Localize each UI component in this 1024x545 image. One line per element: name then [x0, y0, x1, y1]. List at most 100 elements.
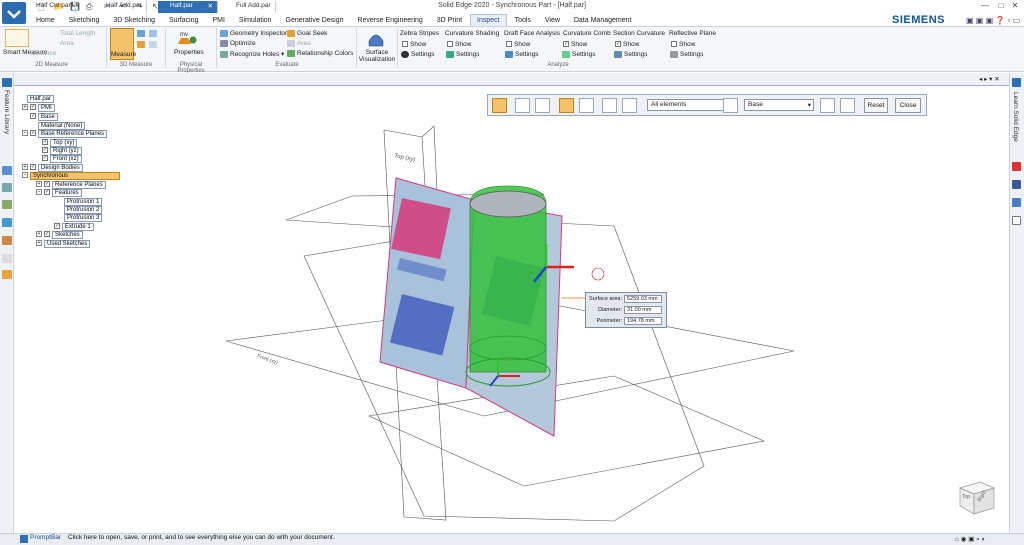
youtube-icon[interactable] — [1012, 162, 1021, 171]
smart-measure-label[interactable]: Smart Measure — [3, 49, 47, 56]
doc-tab-full-add[interactable]: Full Add.par — [224, 1, 276, 13]
measure-distance-icon[interactable] — [137, 30, 145, 37]
prompt-bar-label[interactable]: PromptBar — [30, 534, 61, 541]
pathfinder-icon[interactable] — [2, 78, 12, 87]
properties-icon[interactable]: mv — [178, 29, 198, 45]
section-curvature-show-checkbox[interactable]: ✓ Show — [615, 41, 639, 48]
family-icon[interactable] — [2, 183, 12, 192]
area-button[interactable]: Area — [287, 40, 311, 47]
curvature-comb-show-checkbox[interactable]: ✓ Show — [563, 41, 587, 48]
status-view-icons[interactable]: ⌂ ◉ ▣ ⌕ ◐ — [955, 535, 986, 544]
smart-measure-icon[interactable] — [5, 29, 29, 47]
documents-icon[interactable] — [1012, 216, 1021, 225]
prompt-bar-icon[interactable] — [20, 535, 28, 543]
angle-icon[interactable] — [602, 98, 617, 113]
print-icon[interactable]: ⎙ — [86, 2, 92, 12]
prompt-text[interactable]: Click here to open, save, or print, and … — [68, 534, 335, 541]
learn-icon[interactable] — [1012, 78, 1021, 87]
doc-tab-half-add[interactable]: Half Add.par — [94, 1, 147, 13]
app-menu-icon — [7, 10, 21, 19]
close-tab-icon[interactable]: ✕ — [208, 2, 213, 10]
element-filter-select[interactable]: All elements▾ — [647, 99, 733, 111]
goal-seek-icon — [287, 30, 295, 37]
measure-3d-button[interactable]: Measure — [110, 28, 136, 60]
ribbon-tabs: Home Sketching 3D Sketching Surfacing PM… — [30, 14, 1024, 26]
doc-tab-half[interactable]: Half.par ✕ — [158, 1, 218, 13]
left-docking-strip — [0, 73, 14, 533]
surface-visualization-icon[interactable] — [368, 29, 384, 47]
teamcenter-icon[interactable] — [2, 236, 12, 245]
results-window-icon[interactable] — [820, 98, 835, 113]
feature-library-tab[interactable]: Feature Library — [3, 90, 10, 134]
document-tabs — [14, 73, 1009, 86]
sensors-icon[interactable] — [2, 200, 12, 209]
reflective-plane-show-label: Show — [679, 41, 696, 48]
facebook-icon[interactable] — [1012, 180, 1021, 189]
measure-mode-icon[interactable] — [559, 98, 574, 113]
reset-button[interactable]: Reset — [864, 98, 888, 113]
key-icon[interactable] — [2, 270, 12, 279]
filter-value: All elements — [651, 101, 687, 108]
curvature-shading-settings-button[interactable]: Settings — [446, 51, 480, 58]
measure-angle-icon[interactable] — [137, 41, 145, 48]
properties-panel-icon[interactable] — [2, 254, 12, 263]
minimum-distance-icon[interactable] — [622, 98, 637, 113]
area-icon — [287, 40, 295, 47]
coordinate-system-select[interactable]: Base ▾ — [744, 99, 814, 111]
cursor-target-icon — [591, 267, 605, 281]
goal-seek-button[interactable]: Goal Seek — [287, 30, 327, 37]
recognize-holes-button[interactable]: Recognize Holes ▾ — [220, 50, 284, 58]
graphics-viewport[interactable]: Top (xy) Front (xz) — [14, 86, 1009, 533]
perimeter-value[interactable]: 194.78 mm — [624, 317, 662, 325]
view-cube[interactable]: Top Right — [952, 474, 998, 518]
doc-tab-half-cut[interactable]: Half Cut.par — [24, 1, 76, 13]
optimize-label: Optimize — [230, 40, 256, 48]
distance-button[interactable]: Distance — [31, 50, 56, 57]
area-2d-button[interactable]: Area — [60, 40, 74, 47]
diameter-value[interactable]: 31.00 mm — [624, 306, 662, 314]
curvature-comb-settings-button[interactable]: Settings — [562, 51, 596, 58]
section-curvature-settings-button[interactable]: Settings — [614, 51, 648, 58]
doc-tab-label: Full Add.par — [236, 2, 271, 9]
close-command-button[interactable]: Close — [895, 98, 921, 113]
application-menu-button[interactable] — [2, 2, 26, 24]
tab-inspect[interactable]: Inspect — [470, 14, 507, 26]
zebra-show-checkbox[interactable]: Show — [402, 41, 426, 48]
close-button[interactable]: ✕ — [1008, 1, 1022, 13]
total-length-button[interactable]: Total Length — [60, 30, 95, 37]
reflective-plane-settings-button[interactable]: Settings — [670, 51, 704, 58]
doc-tab-label: Half.par — [170, 2, 193, 9]
step-icon[interactable] — [515, 98, 530, 113]
relationship-colors-button[interactable]: Relationship Colors — [287, 50, 353, 57]
surface-area-value[interactable]: 5259.03 mm — [624, 295, 662, 303]
measure-type-dropdown[interactable] — [579, 98, 594, 113]
properties-button[interactable]: Properties — [174, 49, 204, 56]
draft-settings-button[interactable]: Settings — [505, 51, 539, 58]
zebra-settings-button[interactable]: Settings — [401, 51, 435, 58]
library-icon[interactable] — [2, 218, 12, 227]
curvature-shading-show-checkbox[interactable]: Show — [447, 41, 471, 48]
draft-show-checkbox[interactable]: Show — [506, 41, 530, 48]
reflective-plane-show-checkbox[interactable]: Show — [671, 41, 695, 48]
layers-icon[interactable] — [2, 166, 12, 175]
measure-normal-icon[interactable] — [149, 41, 157, 48]
surface-area-row: Surface area: 5259.03 mm — [586, 295, 666, 305]
section-curvature-show-label: Show — [623, 41, 640, 48]
copy-results-icon[interactable] — [840, 98, 855, 113]
minimize-button[interactable]: — — [978, 1, 992, 13]
tab-scroll-icons[interactable]: ◂ ▸ ▾ ✕ — [979, 75, 1000, 83]
surface-area-label: Surface area: — [588, 296, 622, 302]
measure-results-panel: Surface area: 5259.03 mm Diameter: 31.00 m… — [585, 292, 667, 328]
learn-solid-edge-tab[interactable]: Learn Solid Edge — [1012, 92, 1019, 142]
coordinate-system-icon[interactable] — [723, 98, 738, 113]
forum-icon[interactable] — [1012, 198, 1021, 207]
perimeter-label: Perimeter: — [596, 318, 622, 324]
geometry-inspector-button[interactable]: Geometry Inspector — [220, 30, 287, 37]
maximize-button[interactable]: □ — [994, 1, 1008, 13]
measure-minimum-icon[interactable] — [149, 30, 157, 37]
optimize-button[interactable]: Optimize — [220, 40, 256, 47]
surface-visualization-button[interactable]: Surface Visualization — [358, 49, 396, 63]
units-icon[interactable] — [535, 98, 550, 113]
view-cube-top-label: Top — [962, 494, 970, 500]
command-bar-options-icon[interactable] — [492, 98, 507, 113]
